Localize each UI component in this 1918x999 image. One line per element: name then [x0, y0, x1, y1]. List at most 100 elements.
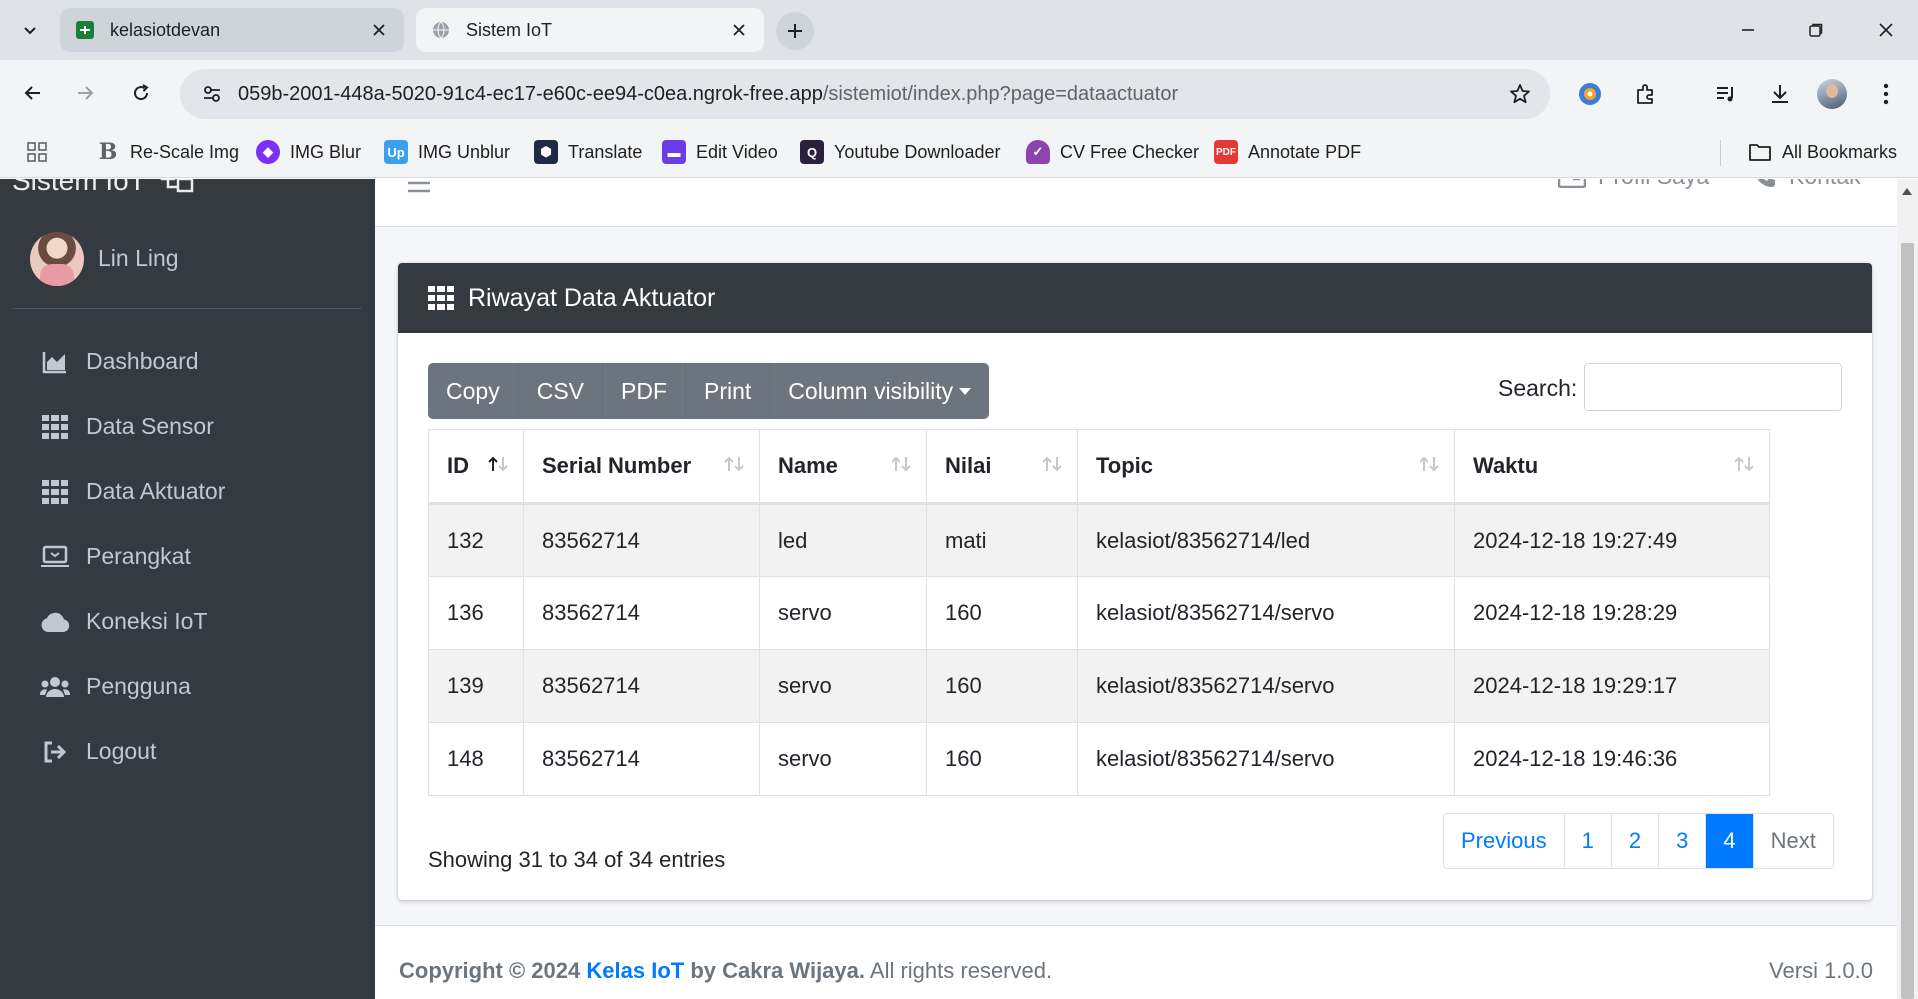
- window-close-button[interactable]: [1864, 10, 1908, 50]
- copy-button[interactable]: Copy: [428, 363, 519, 419]
- address-bar[interactable]: 059b-2001-448a-5020-91c4-ec17-e60c-ee94-…: [180, 69, 1550, 119]
- sidebar-item-data-sensor[interactable]: Data Sensor: [12, 394, 362, 459]
- pdf-button[interactable]: PDF: [603, 363, 686, 419]
- column-header-label: Name: [778, 453, 838, 478]
- all-bookmarks-button[interactable]: All Bookmarks: [1748, 137, 1897, 167]
- bookmark-cv-free-checker[interactable]: ✓ CV Free Checker: [1026, 137, 1199, 167]
- column-header-nilai[interactable]: Nilai: [926, 429, 1078, 505]
- column-visibility-button[interactable]: Column visibility: [770, 363, 989, 419]
- scrollbar-thumb[interactable]: [1901, 243, 1914, 999]
- column-header-label: Nilai: [945, 453, 992, 478]
- column-header-serial-number[interactable]: Serial Number: [523, 429, 760, 505]
- tune-icon: [201, 83, 223, 105]
- grid-icon: [40, 412, 70, 442]
- contact-link-label: Kontak: [1789, 179, 1861, 190]
- forward-button[interactable]: [66, 74, 104, 112]
- tab-title: kelasiotdevan: [110, 19, 221, 40]
- minimize-icon: [1740, 22, 1756, 38]
- media-button[interactable]: [1708, 76, 1744, 112]
- sidebar-item-pengguna[interactable]: Pengguna: [12, 654, 362, 719]
- browser-tab-sistem-iot[interactable]: Sistem IoT: [416, 8, 764, 52]
- column-header-topic[interactable]: Topic: [1077, 429, 1455, 505]
- brand-link[interactable]: Sistem IoT: [12, 179, 194, 197]
- sidebar-item-koneksi-iot[interactable]: Koneksi IoT: [12, 589, 362, 654]
- data-table: ID Serial Number Name Nilai Topic Waktu …: [428, 429, 1770, 796]
- profile-link[interactable]: Profil Saya: [1558, 179, 1709, 190]
- bookmark-edit-video[interactable]: ▬ Edit Video: [662, 137, 778, 167]
- sidebar-item-label: Data Sensor: [86, 413, 214, 439]
- pagination-page-2[interactable]: 2: [1610, 814, 1659, 868]
- close-icon[interactable]: [368, 19, 390, 41]
- pagination-page-1[interactable]: 1: [1563, 814, 1611, 868]
- extensions-button[interactable]: [1628, 76, 1664, 112]
- bookmark-img-blur[interactable]: ◆ IMG Blur: [256, 137, 361, 167]
- cell-id: 148: [428, 722, 524, 796]
- profile-button[interactable]: [1814, 76, 1850, 112]
- downloads-button[interactable]: [1762, 76, 1798, 112]
- copyright-text: Copyright © 2024 Kelas IoT by Cakra Wija…: [399, 958, 1052, 984]
- minimize-button[interactable]: [1726, 10, 1770, 50]
- site-info-button[interactable]: [186, 69, 238, 119]
- pagination-previous[interactable]: Previous: [1444, 814, 1564, 868]
- restore-icon: [1808, 22, 1824, 38]
- tab-search-button[interactable]: [14, 14, 46, 46]
- page-scrollbar[interactable]: [1897, 179, 1918, 999]
- reload-button[interactable]: [122, 74, 160, 112]
- sidebar-item-perangkat[interactable]: Perangkat: [12, 524, 362, 589]
- pagination: Previous 1 2 3 4 Next: [1443, 813, 1834, 869]
- sidebar-item-dashboard[interactable]: Dashboard: [12, 329, 362, 394]
- hamburger-menu-icon[interactable]: [407, 179, 431, 199]
- url-path: /sistemiot/index.php?page=dataactuator: [822, 82, 1179, 105]
- extension-button[interactable]: [1572, 76, 1608, 112]
- logout-icon: [40, 737, 70, 767]
- sort-icon: [723, 456, 745, 472]
- column-header-name[interactable]: Name: [759, 429, 927, 505]
- sidebar-item-logout[interactable]: Logout: [12, 719, 362, 784]
- search-input[interactable]: [1584, 363, 1842, 411]
- column-header-waktu[interactable]: Waktu: [1454, 429, 1770, 505]
- sidebar-item-label: Dashboard: [86, 348, 199, 374]
- bookmark-rescale-img[interactable]: B Re-Scale Img: [96, 137, 239, 167]
- print-button[interactable]: Print: [686, 363, 771, 419]
- sidebar-item-data-aktuator[interactable]: Data Aktuator: [12, 459, 362, 524]
- browser-menu-button[interactable]: [1868, 76, 1904, 112]
- pagination-page-3[interactable]: 3: [1658, 814, 1706, 868]
- table-row: 132 83562714 led mati kelasiot/83562714/…: [428, 503, 1770, 577]
- cell-id: 132: [428, 503, 524, 577]
- column-header-id[interactable]: ID: [428, 429, 524, 505]
- close-icon[interactable]: [728, 19, 750, 41]
- avatar: [30, 231, 84, 286]
- user-panel[interactable]: Lin Ling: [12, 209, 362, 309]
- pagination-page-4[interactable]: 4: [1705, 814, 1753, 868]
- user-name: Lin Ling: [98, 245, 179, 271]
- csv-button[interactable]: CSV: [519, 363, 603, 419]
- arrow-right-icon: [75, 83, 95, 103]
- bookmark-star-icon[interactable]: [1508, 82, 1532, 106]
- bookmark-translate[interactable]: ⬢ Translate: [534, 137, 642, 167]
- sidebar-nav: Dashboard Data Sensor Data Aktuator Pera…: [12, 329, 362, 784]
- cell-name: servo: [759, 722, 927, 796]
- scroll-up-arrow-icon[interactable]: [1902, 188, 1912, 195]
- sheets-icon: [74, 19, 96, 41]
- bookmark-youtube-downloader[interactable]: Q Youtube Downloader: [800, 137, 1000, 167]
- pagination-next[interactable]: Next: [1752, 814, 1833, 868]
- pdf-icon: PDF: [1214, 140, 1238, 164]
- id-card-icon: [1558, 179, 1586, 188]
- column-header-label: Waktu: [1473, 453, 1539, 478]
- sort-icon: [1733, 456, 1755, 472]
- contact-link[interactable]: Kontak: [1753, 179, 1861, 190]
- kelas-iot-link[interactable]: Kelas IoT: [586, 958, 684, 983]
- restore-button[interactable]: [1794, 10, 1838, 50]
- back-button[interactable]: [14, 74, 52, 112]
- bookmark-annotate-pdf[interactable]: PDF Annotate PDF: [1214, 137, 1361, 167]
- cell-nilai: 160: [926, 576, 1078, 650]
- grid-icon: [428, 286, 454, 310]
- new-tab-button[interactable]: [776, 12, 814, 50]
- browser-tab-kelasiotdevan[interactable]: kelasiotdevan: [60, 8, 404, 52]
- apps-button[interactable]: [26, 137, 48, 167]
- phone-icon: [1753, 179, 1777, 189]
- cell-topic: kelasiot/83562714/servo: [1077, 649, 1455, 723]
- sidebar: Sistem IoT Lin Ling Dashboard Data Senso…: [0, 179, 375, 999]
- bookmark-img-unblur[interactable]: Up IMG Unblur: [384, 137, 510, 167]
- reload-icon: [131, 83, 151, 103]
